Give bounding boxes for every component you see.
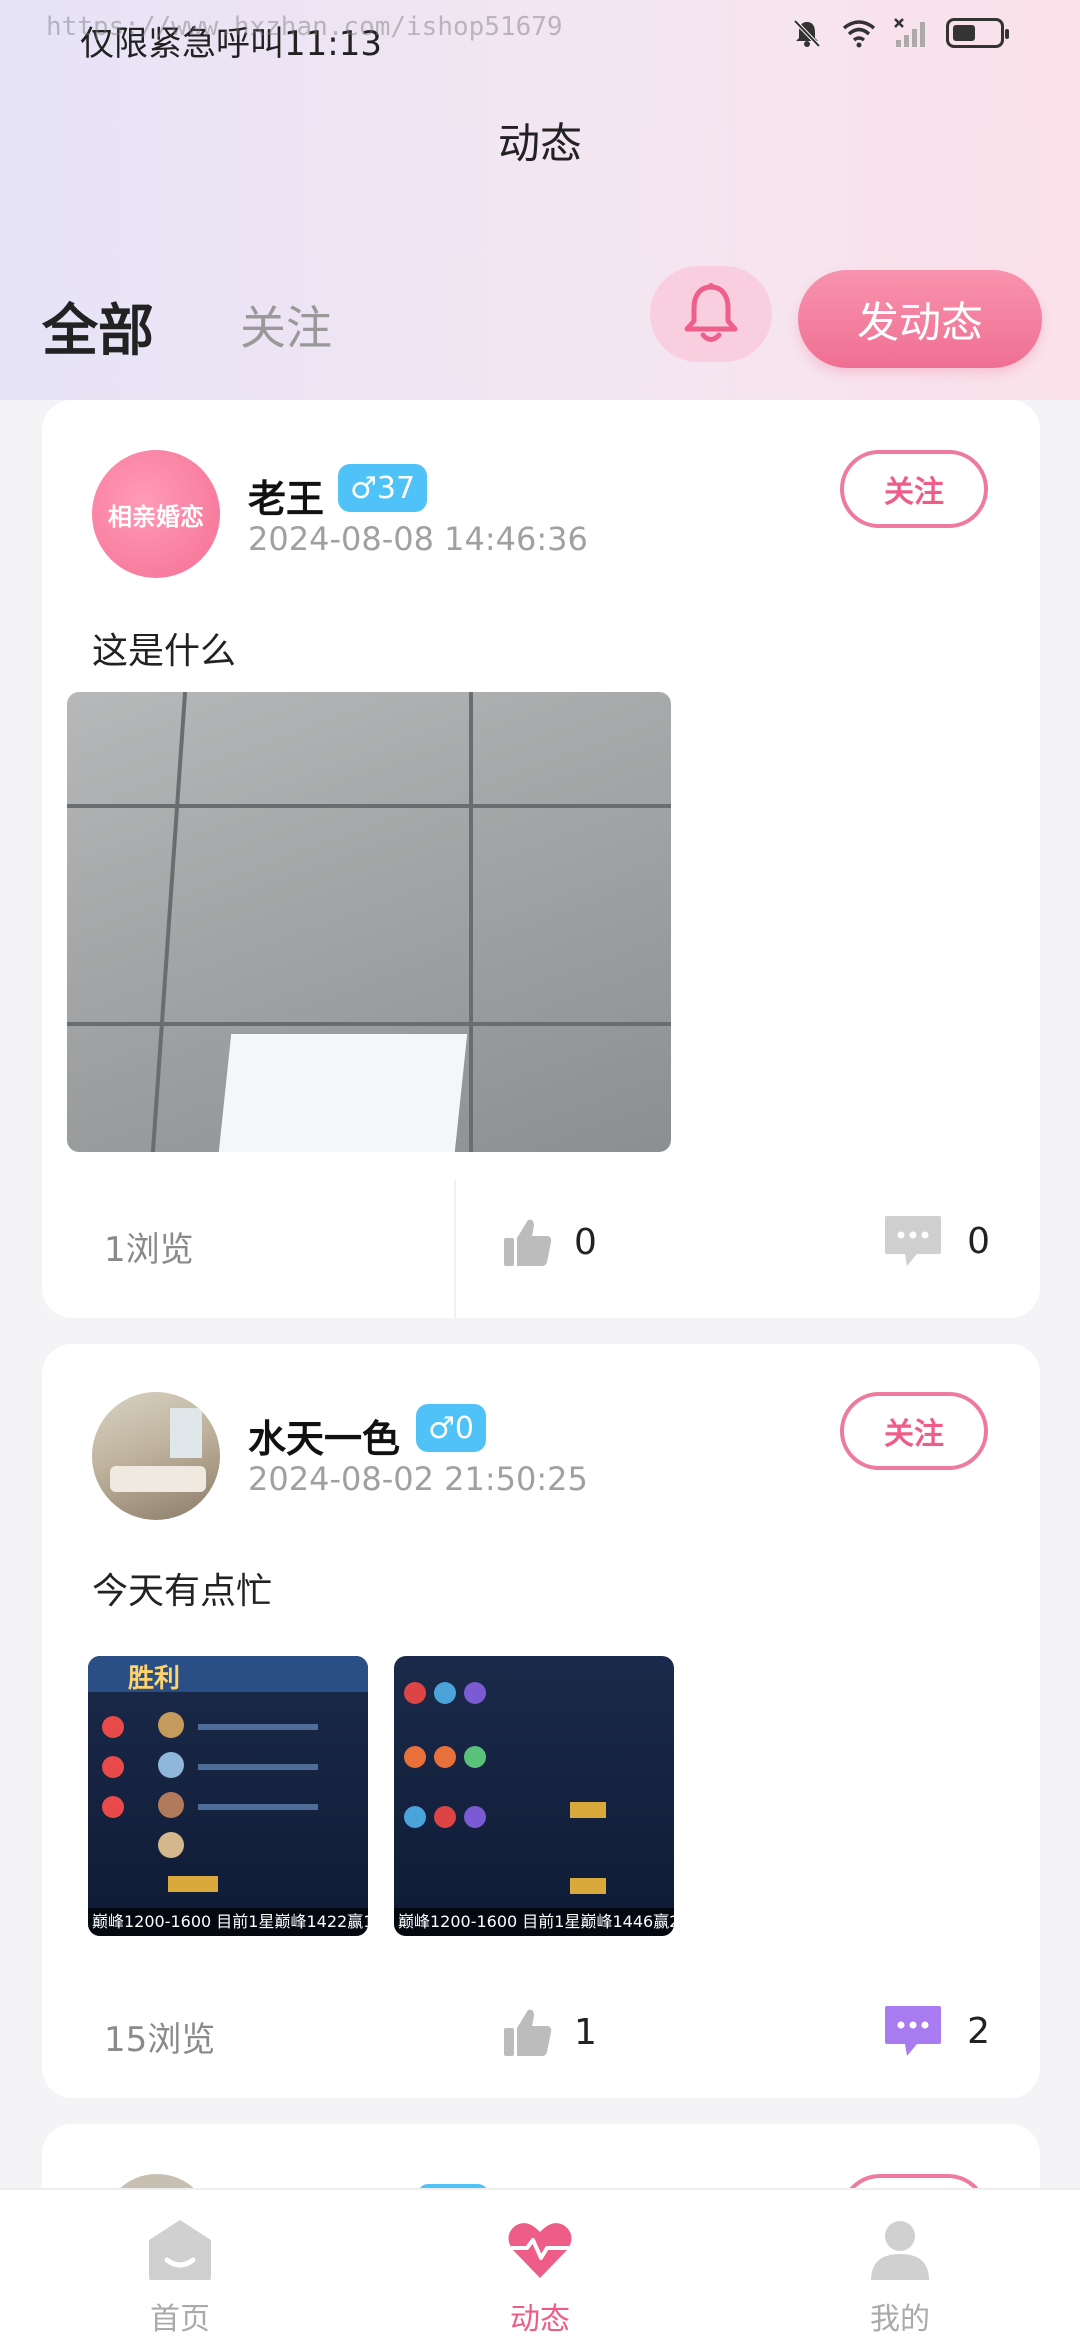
avatar-logo-text: 相亲婚恋	[108, 502, 204, 531]
follow-button[interactable]: 关注	[840, 450, 988, 528]
tab-following[interactable]: 关注	[240, 292, 332, 358]
signal-none-icon	[894, 18, 925, 47]
like-count: 0	[574, 1221, 597, 1263]
battery-icon	[946, 18, 1009, 48]
image-caption: 巅峰1200-1600 目前1星巅峰1446赢20输4	[394, 1908, 674, 1936]
comment-count: 0	[967, 1220, 990, 1262]
heart-icon	[508, 2223, 572, 2278]
home-icon	[149, 2220, 211, 2280]
post-time: 2024-08-08 14:46:36	[248, 520, 588, 558]
like-button[interactable]: 0	[502, 1216, 597, 1268]
gender-age-badge: ♂0	[416, 1404, 486, 1452]
like-count: 1	[574, 2011, 597, 2053]
notification-button[interactable]	[650, 266, 772, 362]
nav-profile-label: 我的	[870, 2302, 930, 2337]
comment-button[interactable]: 2	[883, 2004, 990, 2058]
gender-age-badge: ♂37	[338, 464, 428, 512]
follow-button[interactable]: 关注	[840, 1392, 988, 1470]
avatar[interactable]: 相亲婚恋	[92, 450, 220, 578]
view-count: 1浏览	[104, 1230, 194, 1270]
post-time: 2024-08-02 21:50:25	[248, 1460, 588, 1498]
like-button[interactable]: 1	[502, 2006, 597, 2058]
comment-icon	[885, 2006, 942, 2056]
bottom-navigation: 首页 动态 我的	[0, 2188, 1080, 2340]
thumbs-up-icon	[504, 1219, 552, 1266]
post-card: 相亲婚恋 老王 ♂37 2024-08-08 14:46:36 关注 这是什么 …	[42, 400, 1040, 1318]
create-post-button[interactable]: 发动态	[798, 270, 1042, 368]
comment-button[interactable]: 0	[883, 1214, 990, 1268]
post-text: 这是什么	[92, 631, 237, 672]
post-image[interactable]: 巅峰1200-1600 目前1星巅峰1446赢20输4	[394, 1656, 674, 1936]
watermark: https://www.hxzhan.com/ishop51679	[46, 12, 563, 42]
profile-icon	[871, 2221, 929, 2280]
view-count: 15浏览	[104, 2020, 216, 2060]
nav-home[interactable]: 首页	[0, 2190, 360, 2340]
wifi-icon	[842, 20, 876, 48]
bell-muted-icon	[793, 19, 821, 48]
comment-icon	[885, 1216, 942, 1266]
user-name[interactable]: 水天一色	[248, 1408, 400, 1463]
tab-all[interactable]: 全部	[42, 286, 154, 367]
post-image[interactable]	[67, 692, 671, 1152]
comment-count: 2	[967, 2010, 990, 2052]
post-card: 水天一色 ♂0 2024-08-02 21:50:25 关注 今天有点忙 胜利 …	[42, 1344, 1040, 2098]
status-bar: 仅限紧急呼叫11:13 https://www.hxzhan.com/ishop…	[0, 0, 1080, 70]
page-title: 动态	[497, 119, 582, 168]
post-text: 今天有点忙	[92, 1571, 273, 1612]
bell-icon	[684, 283, 738, 342]
nav-feed[interactable]: 动态	[360, 2190, 720, 2340]
thumbs-up-icon	[504, 2009, 552, 2056]
user-name[interactable]: 老王	[248, 468, 324, 523]
nav-home-label: 首页	[150, 2302, 210, 2337]
image-caption: 巅峰1200-1600 目前1星巅峰1422赢19输4	[88, 1908, 368, 1936]
nav-feed-label: 动态	[510, 2302, 570, 2337]
avatar[interactable]	[92, 1392, 220, 1520]
status-icons	[790, 18, 1009, 48]
post-image[interactable]: 胜利 巅峰1200-1600 目前1星巅峰1422赢19输4	[88, 1656, 368, 1936]
nav-profile[interactable]: 我的	[720, 2190, 1080, 2340]
